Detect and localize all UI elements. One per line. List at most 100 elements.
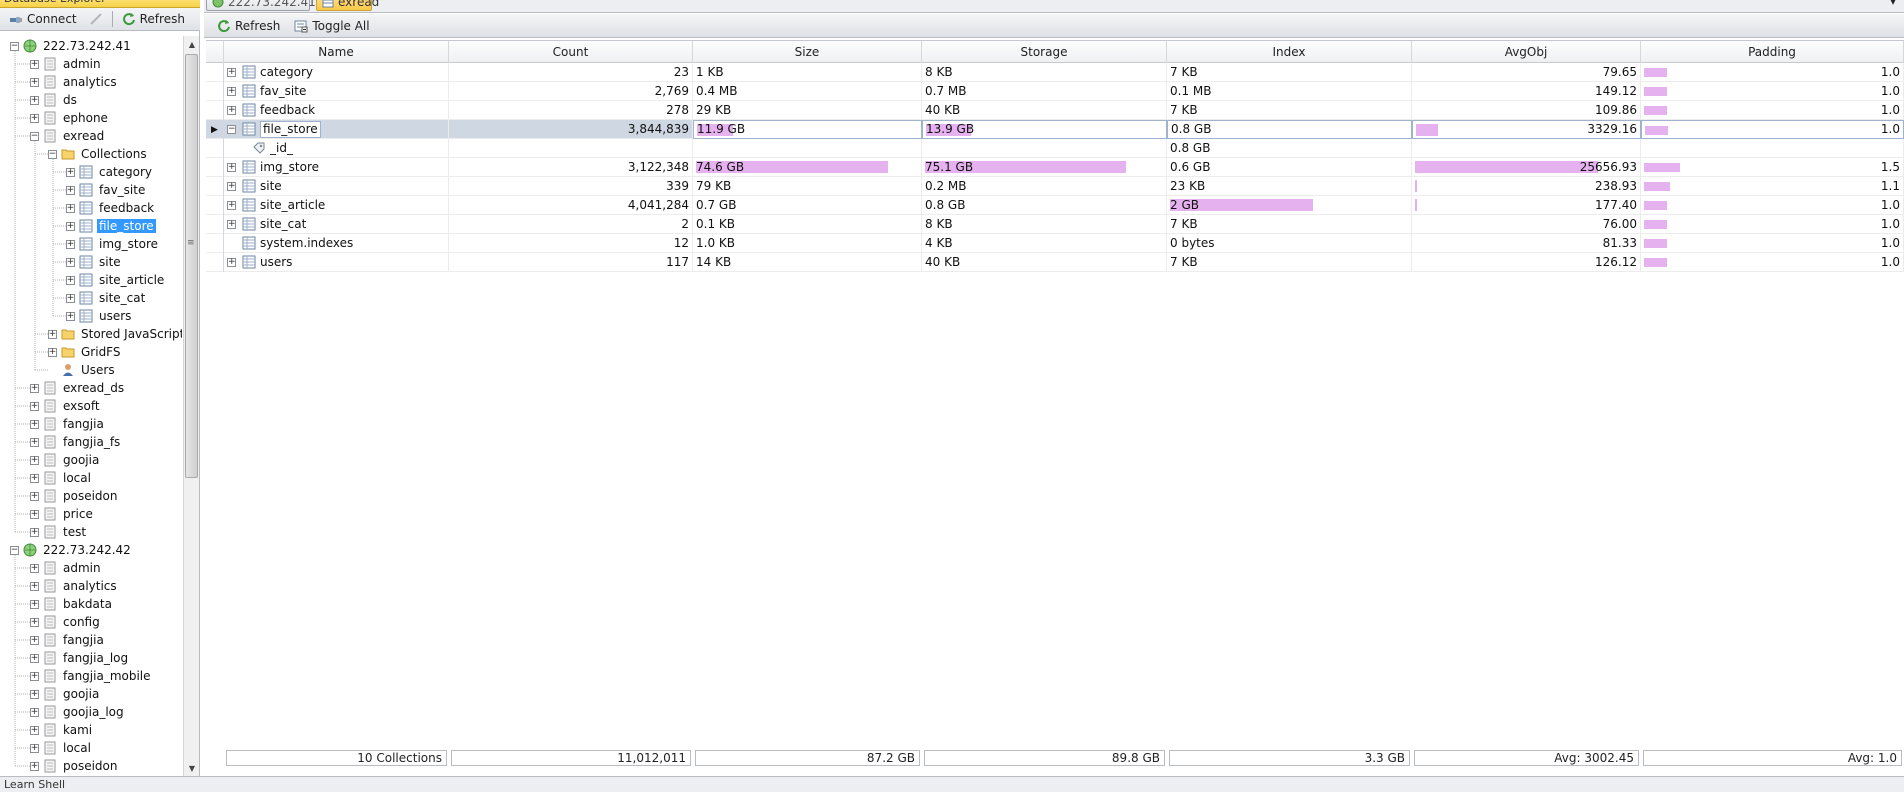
collapse-icon[interactable]: − (10, 545, 19, 555)
tree-item[interactable]: + poseidon (30, 757, 120, 775)
cell-name[interactable]: system.indexes (224, 234, 449, 253)
cell-name[interactable]: + fav_site (224, 82, 449, 101)
row-header[interactable] (206, 63, 224, 82)
cell-avgobj[interactable]: 238.93 (1412, 177, 1641, 196)
tab-database[interactable]: exread (316, 0, 379, 11)
tree-item[interactable]: + exsoft (30, 397, 102, 415)
cell-name[interactable]: + feedback (224, 101, 449, 120)
row-header[interactable] (206, 215, 224, 234)
cell-size[interactable] (693, 139, 922, 158)
cell-index[interactable]: 23 KB (1167, 177, 1412, 196)
cell-padding[interactable]: 1.1 (1641, 177, 1904, 196)
expand-icon[interactable]: + (30, 725, 39, 735)
table-row[interactable]: + users 117 14 KB 40 KB 7 KB 126.12 1.0 (206, 253, 1904, 272)
cell-size[interactable]: 0.7 GB (693, 196, 922, 215)
cell-count[interactable]: 3,844,839 (449, 120, 693, 139)
tree-item[interactable]: + goojia_log (30, 703, 126, 721)
tree-item[interactable]: + img_store (66, 235, 160, 253)
expand-icon[interactable]: + (30, 689, 39, 699)
cell-storage[interactable]: 4 KB (922, 234, 1167, 253)
expand-icon[interactable]: + (66, 185, 75, 195)
row-header[interactable] (206, 177, 224, 196)
cell-name[interactable]: + site_cat (224, 215, 449, 234)
expand-icon[interactable]: + (30, 473, 39, 483)
cell-index[interactable]: 0.8 GB (1167, 139, 1412, 158)
expand-icon[interactable]: + (227, 201, 236, 210)
tree-item[interactable]: + admin (30, 55, 103, 73)
cell-size[interactable]: 11.9 GB (693, 120, 922, 139)
cell-avgobj[interactable]: 149.12 (1412, 82, 1641, 101)
cell-size[interactable]: 79 KB (693, 177, 922, 196)
tree-item[interactable]: + fangjia (30, 415, 106, 433)
expand-icon[interactable]: + (30, 77, 39, 87)
cell-avgobj[interactable]: 177.40 (1412, 196, 1641, 215)
expand-icon[interactable]: + (227, 87, 236, 96)
tree-item[interactable]: + local (30, 469, 93, 487)
expand-icon[interactable]: + (30, 653, 39, 663)
expand-icon[interactable]: + (66, 203, 75, 213)
cell-index[interactable]: 7 KB (1167, 215, 1412, 234)
cell-padding[interactable]: 1.5 (1641, 158, 1904, 177)
cell-avgobj[interactable]: 109.86 (1412, 101, 1641, 120)
explorer-refresh-button[interactable]: Refresh (117, 10, 190, 29)
cell-storage[interactable]: 0.8 GB (922, 196, 1167, 215)
expand-icon[interactable]: + (48, 347, 57, 357)
tree-item[interactable]: + fav_site (66, 181, 147, 199)
table-row[interactable]: ▶ − file_store 3,844,839 11.9 GB 13.9 GB 0.8 G… (206, 120, 1904, 139)
cell-index[interactable]: 7 KB (1167, 63, 1412, 82)
expand-icon[interactable]: + (30, 743, 39, 753)
column-header-avgobj[interactable]: AvgObj (1412, 41, 1641, 63)
expand-icon[interactable]: + (30, 113, 39, 123)
tree-item[interactable]: + ephone (30, 109, 110, 127)
tree-item[interactable]: + price (30, 505, 95, 523)
tree-item[interactable]: + GridFS (48, 343, 123, 361)
collapse-icon[interactable]: − (30, 131, 39, 141)
expand-icon[interactable]: + (30, 707, 39, 717)
cell-storage[interactable]: 8 KB (922, 215, 1167, 234)
expand-icon[interactable]: + (30, 383, 39, 393)
expand-icon[interactable]: + (227, 106, 236, 115)
current-row-arrow-icon[interactable]: ▶ (206, 120, 224, 139)
expand-icon[interactable]: + (30, 671, 39, 681)
tab-server[interactable]: 222.73.242.41 (206, 0, 316, 11)
cell-avgobj[interactable]: 76.00 (1412, 215, 1641, 234)
table-row[interactable]: + category 23 1 KB 8 KB 7 KB 79.65 1.0 (206, 63, 1904, 82)
expand-icon[interactable]: + (66, 293, 75, 303)
expand-icon[interactable]: + (227, 182, 236, 191)
cell-size[interactable]: 74.6 GB (693, 158, 922, 177)
cell-storage[interactable]: 75.1 GB (922, 158, 1167, 177)
row-header[interactable] (206, 82, 224, 101)
cell-index[interactable]: 0.8 GB (1167, 120, 1412, 139)
expand-icon[interactable]: + (30, 419, 39, 429)
tree-item[interactable]: + fangjia_mobile (30, 667, 153, 685)
column-header-storage[interactable]: Storage (922, 41, 1167, 63)
expand-icon[interactable]: + (227, 258, 236, 267)
tab-menu-chevron-icon[interactable]: ▾ (1890, 0, 1896, 8)
row-header[interactable] (206, 139, 224, 158)
cell-avgobj[interactable]: 79.65 (1412, 63, 1641, 82)
tree-item[interactable]: + goojia (30, 685, 101, 703)
expand-icon[interactable]: + (66, 257, 75, 267)
cell-storage[interactable]: 13.9 GB (922, 120, 1167, 139)
table-row[interactable]: + site_cat 2 0.1 KB 8 KB 7 KB 76.00 1.0 (206, 215, 1904, 234)
expand-icon[interactable]: + (30, 581, 39, 591)
expand-icon[interactable]: + (30, 635, 39, 645)
cell-index[interactable]: 0.1 MB (1167, 82, 1412, 101)
column-header-count[interactable]: Count (449, 41, 693, 63)
cell-padding[interactable]: 1.0 (1641, 101, 1904, 120)
cell-name[interactable]: + site_article (224, 196, 449, 215)
cell-name[interactable]: + site (224, 177, 449, 196)
expand-icon[interactable]: + (30, 95, 39, 105)
tree-item[interactable]: + site (66, 253, 123, 271)
cell-storage[interactable]: 8 KB (922, 63, 1167, 82)
tree-item[interactable]: + fangjia_fs (30, 433, 122, 451)
cell-count[interactable]: 12 (449, 234, 693, 253)
expand-icon[interactable]: + (30, 509, 39, 519)
tree-item[interactable]: + admin (30, 559, 103, 577)
expand-icon[interactable]: + (227, 163, 236, 172)
cell-padding[interactable]: 1.0 (1641, 215, 1904, 234)
cell-count[interactable]: 2 (449, 215, 693, 234)
cell-size[interactable]: 0.4 MB (693, 82, 922, 101)
tree-item[interactable]: + file_store (66, 217, 156, 235)
cell-size[interactable]: 1 KB (693, 63, 922, 82)
